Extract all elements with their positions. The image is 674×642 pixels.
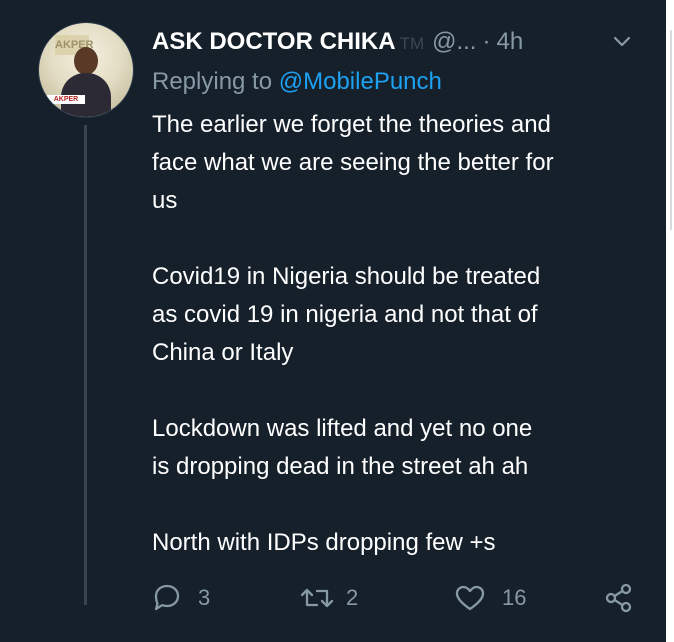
tweet-paragraph-4: North with IDPs dropping few +s bbox=[152, 529, 496, 556]
window-edge bbox=[666, 0, 674, 642]
tweet-header: ASK DOCTOR CHIKA TM @... · 4h bbox=[152, 26, 523, 58]
chevron-down-icon[interactable] bbox=[611, 30, 633, 52]
retweet-icon bbox=[298, 581, 336, 615]
author-trademark: TM bbox=[399, 34, 425, 53]
author-avatar[interactable]: AKPER AKPER bbox=[38, 22, 134, 118]
tweet-paragraph-1: The earlier we forget the theories and f… bbox=[152, 111, 554, 214]
header-separator: · bbox=[482, 28, 491, 55]
author-name[interactable]: ASK DOCTOR CHIKA bbox=[152, 28, 396, 55]
share-button[interactable] bbox=[602, 578, 636, 618]
speech-bubble-icon bbox=[150, 581, 184, 615]
reply-prefix: Replying to bbox=[152, 68, 273, 95]
tweet-actions: 3 2 16 bbox=[150, 578, 640, 618]
share-icon bbox=[602, 581, 636, 615]
reply-mention-link[interactable]: @MobilePunch bbox=[279, 68, 442, 95]
scroll-indicator[interactable] bbox=[670, 30, 672, 230]
thread-line bbox=[84, 125, 87, 605]
author-handle[interactable]: @... bbox=[432, 28, 476, 55]
reply-button[interactable]: 3 bbox=[150, 578, 210, 618]
avatar-banner-text: AKPER bbox=[47, 95, 85, 104]
tweet-paragraph-2: Covid19 in Nigeria should be treated as … bbox=[152, 263, 541, 366]
retweet-count: 2 bbox=[346, 585, 359, 610]
like-button[interactable]: 16 bbox=[452, 578, 526, 618]
tweet-paragraph-3: Lockdown was lifted and yet no one is dr… bbox=[152, 415, 533, 480]
replying-to: Replying to @MobilePunch bbox=[152, 66, 442, 98]
tweet-text: The earlier we forget the theories and f… bbox=[152, 106, 657, 600]
reply-count: 3 bbox=[198, 585, 211, 610]
tweet-time[interactable]: 4h bbox=[496, 28, 523, 55]
tweet-card[interactable]: AKPER AKPER ASK DOCTOR CHIKA TM @... · 4h Re… bbox=[0, 0, 667, 642]
heart-icon bbox=[452, 581, 488, 615]
retweet-button[interactable]: 2 bbox=[298, 578, 358, 618]
like-count: 16 bbox=[502, 585, 527, 610]
avatar-head bbox=[74, 47, 98, 75]
